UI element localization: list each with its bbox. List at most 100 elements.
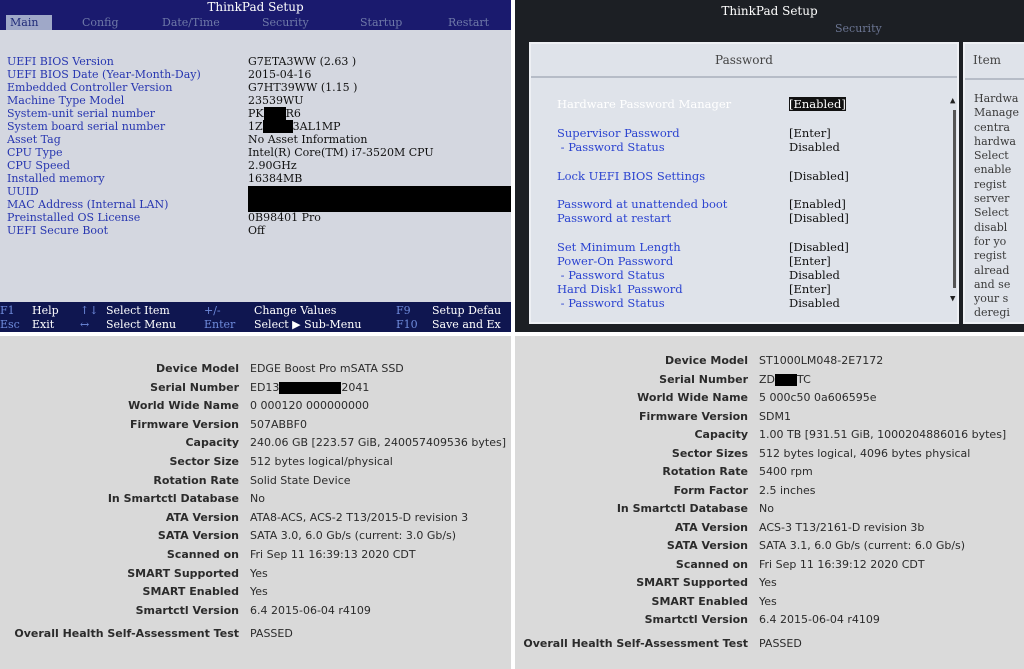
row-label: Power-On Password — [557, 254, 674, 268]
info-value: 5 000c50 0a606595e — [759, 391, 877, 404]
bios-label: Machine Type Model — [7, 94, 125, 107]
info-label: Overall Health Self-Assessment Test — [14, 627, 239, 640]
scroll-up-icon[interactable]: ▲ — [950, 96, 955, 106]
info-label-cell: Device Model — [515, 352, 748, 370]
bios-value: 16384MB — [248, 172, 303, 185]
redaction-block — [279, 381, 342, 394]
info-label: Device Model — [156, 362, 239, 375]
tab-restart[interactable]: Restart — [444, 15, 493, 30]
bios-value: No Asset Information — [248, 133, 368, 146]
info-value: 2.5 inches — [759, 483, 816, 497]
scroll-down-icon[interactable]: ▼ — [950, 294, 955, 304]
row-label: Set Minimum Length — [557, 240, 681, 254]
info-label-cell: SMART Enabled — [515, 593, 748, 611]
serial-suffix: R6 — [285, 107, 301, 120]
bios-label: UEFI Secure Boot — [7, 224, 109, 237]
info-label-cell: Firmware Version — [0, 416, 239, 434]
serial-prefix: 1Z — [248, 120, 263, 133]
bios-label: UEFI BIOS Version — [7, 55, 114, 68]
info-label-cell: Sector Sizes — [515, 445, 748, 463]
divider — [965, 78, 1024, 80]
info-label-cell: SMART Enabled — [0, 583, 239, 601]
row-value[interactable]: [Disabled] — [789, 240, 849, 254]
info-label: In Smartctl Database — [616, 502, 748, 515]
row-value[interactable]: [Enter] — [789, 254, 831, 268]
info-label: Rotation Rate — [153, 473, 239, 487]
info-label-cell: Capacity — [0, 434, 239, 452]
panel-title: Password — [531, 44, 957, 78]
key-setup-defaults-label: Setup Defau — [432, 304, 502, 317]
help-text: Hardwa Manage centra hardwa Select enabl… — [974, 92, 1020, 320]
scrollbar[interactable]: ▲ ▼ — [950, 96, 958, 306]
info-label-cell: In Smartctl Database — [515, 500, 748, 518]
row-label: Hardware Password Manager — [557, 97, 732, 111]
tab-security[interactable]: Security — [835, 22, 882, 35]
info-label-cell: Firmware Version — [515, 408, 748, 426]
info-value: EDGE Boost Pro mSATA SSD — [250, 362, 404, 375]
row-value[interactable]: [Disabled] — [789, 211, 849, 225]
tab-config[interactable]: Config — [78, 15, 123, 30]
row-value[interactable]: [Enabled] — [789, 197, 846, 211]
tab-date-time[interactable]: Date/Time — [158, 15, 224, 30]
info-label: Device Model — [665, 354, 748, 367]
info-label: SATA Version — [666, 539, 748, 552]
info-value: SATA 3.1, 6.0 Gb/s (current: 6.0 Gb/s) — [759, 539, 966, 552]
key-f10: F10 — [396, 318, 418, 331]
ssd-info-panel: Device Model EDGE Boost Pro mSATA SSD Se… — [0, 336, 511, 669]
bios-value: 2015-04-16 — [248, 68, 312, 81]
help-title: Item — [973, 53, 1002, 67]
bios-label: CPU Type — [7, 146, 63, 159]
info-label-cell: Smartctl Version — [515, 611, 748, 629]
info-value: 1.00 TB [931.51 GiB, 1000204886016 bytes… — [759, 428, 1007, 441]
info-value: ATA8-ACS, ACS-2 T13/2015-D revision 3 — [250, 510, 469, 524]
scroll-track[interactable] — [953, 110, 956, 288]
info-label: ATA Version — [674, 520, 748, 534]
info-label: Smartctl Version — [135, 603, 239, 617]
info-value: Fri Sep 11 16:39:12 2020 CDT — [759, 557, 925, 571]
tab-main[interactable]: Main — [6, 15, 52, 30]
bios-title: ThinkPad Setup — [0, 0, 511, 15]
row-label: Hard Disk1 Password — [557, 282, 683, 296]
info-label-cell: Scanned on — [0, 546, 239, 564]
info-label-cell: Smartctl Version — [0, 602, 239, 620]
info-value: ED13 2041 — [250, 379, 369, 397]
row-value[interactable]: [Enabled] — [789, 97, 846, 111]
row-value[interactable]: [Enter] — [789, 282, 831, 296]
updown-arrows-icon: ↑↓ — [80, 304, 99, 317]
row-value[interactable]: [Disabled] — [789, 169, 849, 183]
bios-value: G7ETA3WW (2.63 ) — [248, 55, 357, 68]
tab-startup[interactable]: Startup — [356, 15, 406, 30]
redaction-block — [775, 373, 798, 386]
info-label: Sector Sizes — [671, 446, 748, 460]
bios-key-legend: F1 Help ↑↓ Select Item +/- Change Values… — [0, 302, 511, 332]
info-value: ZD TC — [759, 371, 811, 389]
row-value: Disabled — [789, 140, 840, 154]
info-label: Firmware Version — [130, 417, 239, 431]
hdd-info-panel: Device Model ST1000LM048-2E7172 Serial N… — [515, 336, 1024, 669]
bios-value: Intel(R) Core(TM) i7-3520M CPU — [248, 146, 434, 159]
key-f9: F9 — [396, 304, 411, 317]
row-value: Disabled — [789, 268, 840, 282]
serial-suffix: TC — [797, 372, 811, 386]
info-label-cell: Device Model — [0, 360, 239, 378]
key-enter: Enter — [204, 318, 236, 331]
key-select-item-label: Select Item — [106, 304, 170, 317]
password-panel: Password Hardware Password Manager [Enab… — [529, 42, 959, 324]
hdd-info-list: Device Model ST1000LM048-2E7172 Serial N… — [515, 352, 1024, 669]
row-value[interactable]: [Enter] — [789, 126, 831, 140]
serial-suffix: 2041 — [341, 380, 370, 394]
info-label: Firmware Version — [639, 409, 748, 423]
info-value: ACS-3 T13/2161-D revision 3b — [759, 520, 925, 534]
info-value: 512 bytes logical/physical — [250, 455, 393, 468]
row-label: - Password Status — [557, 296, 665, 310]
info-label: Serial Number — [659, 372, 748, 386]
bios-label: System board serial number — [7, 120, 166, 133]
bios-label: UUID — [7, 185, 39, 198]
tab-security[interactable]: Security — [258, 15, 313, 30]
key-select-menu-label: Select Menu — [106, 318, 177, 331]
info-label: In Smartctl Database — [107, 492, 239, 506]
bios-label: Embedded Controller Version — [7, 81, 173, 94]
serial-suffix: 3AL1MP — [292, 120, 341, 133]
bios-tab-bar: Main Config Date/Time Security Startup R… — [0, 15, 511, 30]
info-value: No — [250, 492, 265, 506]
